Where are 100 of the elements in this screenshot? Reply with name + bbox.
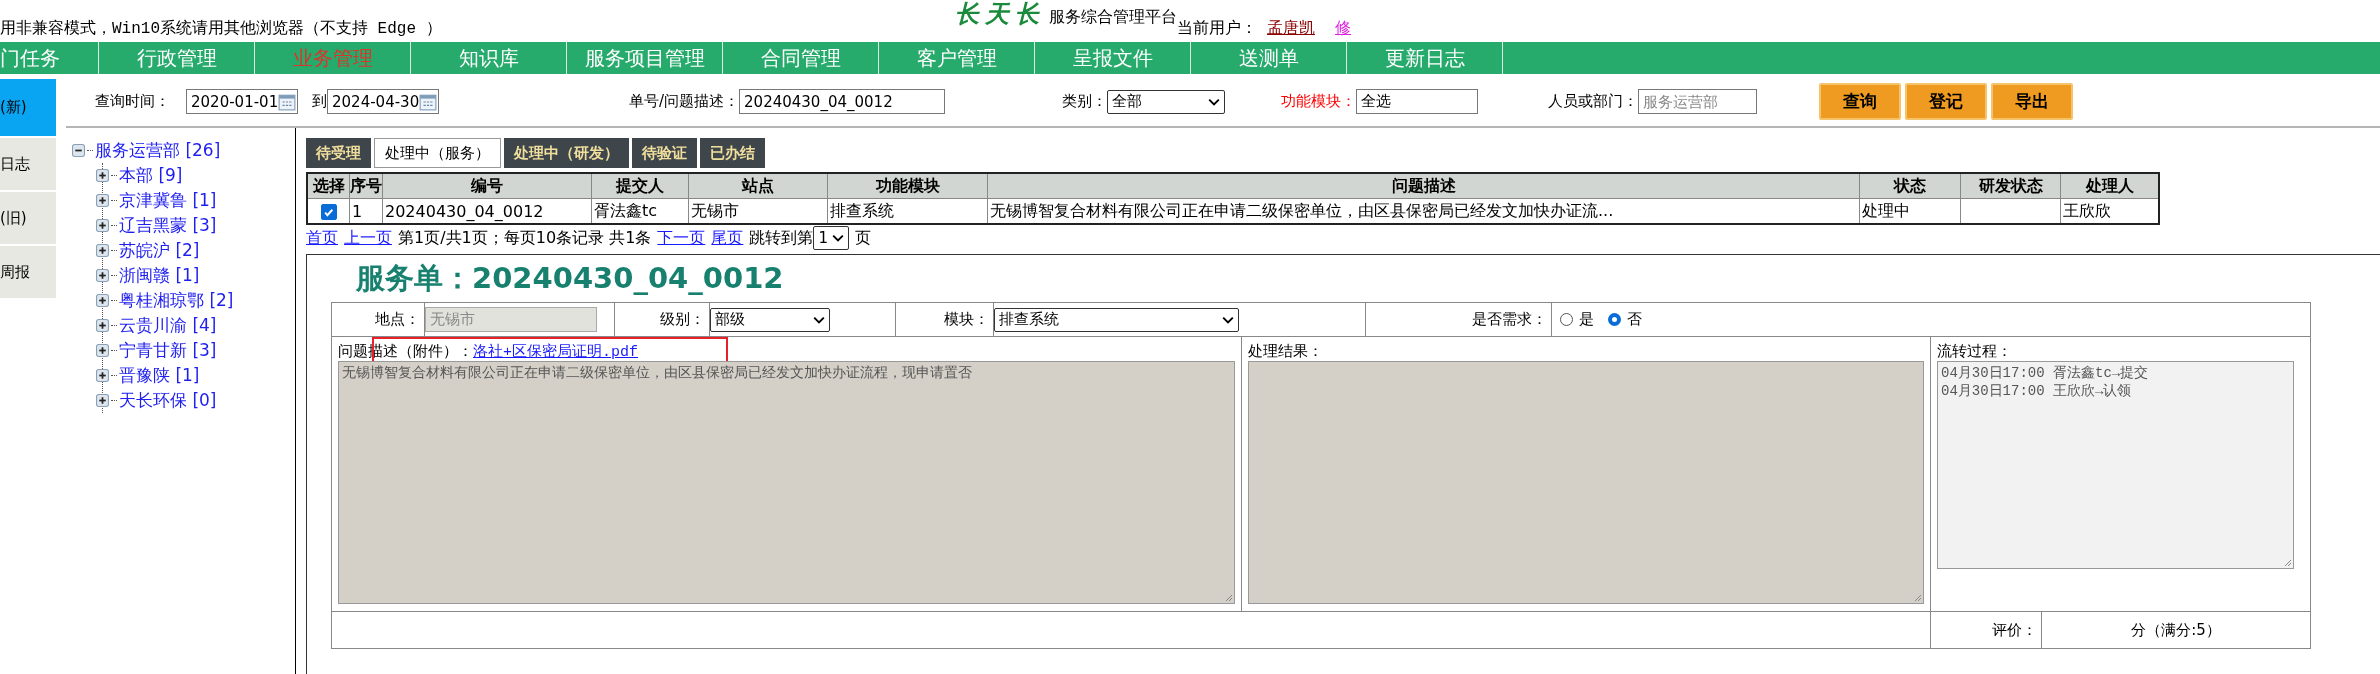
- first-page-link[interactable]: 首页: [306, 227, 338, 249]
- date-from-field[interactable]: 2020-01-01: [186, 89, 298, 114]
- tree-item[interactable]: 京津冀鲁 [1]: [119, 189, 217, 212]
- radio-option[interactable]: 是: [1560, 310, 1594, 329]
- expand-icon[interactable]: [96, 269, 109, 282]
- flow-entry: 04月30日17:00 王欣欣→认领: [1941, 382, 2133, 400]
- edit-link[interactable]: 修: [1335, 17, 1351, 39]
- tree-item[interactable]: 苏皖沪 [2]: [119, 239, 200, 262]
- tree-item[interactable]: 服务运营部 [26]: [95, 139, 221, 162]
- person-field[interactable]: 服务运营部: [1638, 89, 1758, 114]
- flow-label: 流转过程：: [1937, 341, 2012, 361]
- sidebar-item[interactable]: (旧): [0, 192, 56, 244]
- result-label: 处理结果：: [1248, 341, 1323, 361]
- site-field: 无锡市: [425, 307, 597, 332]
- level-select[interactable]: 部级: [710, 307, 830, 332]
- resize-grip-icon[interactable]: [2282, 557, 2292, 567]
- column-header: 编号: [382, 173, 592, 199]
- row-checkbox[interactable]: [320, 204, 337, 220]
- last-page-link[interactable]: 尾页: [711, 227, 744, 249]
- problem-text-area[interactable]: 无锡博智复合材料有限公司正在申请二级保密单位，由区县保密局已经发文加快办证流程，现申请置否: [338, 361, 1235, 604]
- column-header: 序号: [349, 173, 383, 199]
- tree-item[interactable]: 浙闽赣 [1]: [119, 264, 200, 287]
- tree-item[interactable]: 云贵川渝 [4]: [119, 314, 217, 337]
- module-label: 模块：: [944, 310, 989, 329]
- column-header: 问题描述: [987, 173, 1860, 199]
- action-button[interactable]: 导出: [1991, 83, 2074, 120]
- category-select[interactable]: 全部: [1107, 89, 1226, 114]
- module-select[interactable]: 排查系统: [994, 307, 1239, 332]
- collapse-icon[interactable]: [72, 144, 85, 157]
- expand-icon[interactable]: [96, 319, 109, 332]
- site-label: 地点：: [375, 310, 420, 329]
- status-tab[interactable]: 待受理: [306, 138, 371, 168]
- caret-icon: [832, 234, 845, 242]
- jump-label: 跳转到第: [749, 227, 814, 249]
- resize-grip-icon[interactable]: [1223, 592, 1233, 602]
- calendar-icon[interactable]: [419, 92, 438, 111]
- tree-item[interactable]: 本部 [9]: [119, 164, 183, 187]
- resize-grip-icon[interactable]: [1912, 592, 1922, 602]
- table-cell: 排查系统: [827, 198, 988, 224]
- column-header: 选择: [307, 173, 350, 199]
- expand-icon[interactable]: [96, 369, 109, 382]
- app-title: 服务综合管理平台: [1049, 7, 1177, 28]
- status-tab[interactable]: 处理中（服务）: [374, 138, 501, 168]
- module-field[interactable]: 全选: [1356, 89, 1479, 114]
- browser-notice: 用非兼容模式，Win10系统请用其他浏览器（不支持 Edge ）: [0, 18, 443, 39]
- to-label: 到: [312, 92, 327, 111]
- status-tab[interactable]: 已办结: [700, 138, 765, 168]
- column-header: 研发状态: [1960, 173, 2061, 199]
- prev-page-link[interactable]: 上一页: [344, 227, 392, 249]
- module-label: 功能模块：: [1281, 92, 1357, 111]
- tree-item[interactable]: 天长环保 [0]: [119, 389, 217, 412]
- tree-item[interactable]: 辽吉黑蒙 [3]: [119, 214, 217, 237]
- tree-item[interactable]: 晋豫陕 [1]: [119, 364, 200, 387]
- caret-icon: [813, 315, 825, 324]
- action-button[interactable]: 查询: [1819, 83, 1902, 120]
- rating-value: 分（满分:5）: [2131, 620, 2221, 640]
- expand-icon[interactable]: [96, 344, 109, 357]
- column-header: 功能模块: [827, 173, 988, 199]
- table-cell: 胥法鑫tc: [591, 198, 689, 224]
- column-header: 处理人: [2060, 173, 2159, 199]
- sidebar-item[interactable]: 日志: [0, 138, 56, 190]
- logo-brand: 长天长: [955, 0, 1045, 30]
- number-label: 单号/问题描述：: [629, 92, 740, 111]
- person-label: 人员或部门：: [1548, 92, 1639, 111]
- checkmark-icon: [323, 206, 334, 218]
- expand-icon[interactable]: [96, 244, 109, 257]
- caret-icon: [1222, 315, 1234, 324]
- expand-icon[interactable]: [96, 194, 109, 207]
- expand-icon[interactable]: [96, 169, 109, 182]
- tree-item[interactable]: 宁青甘新 [3]: [119, 339, 217, 362]
- demand-label: 是否需求：: [1472, 310, 1547, 329]
- column-header: 提交人: [591, 173, 689, 199]
- user-label: 当前用户：: [1177, 17, 1257, 39]
- category-label: 类别：: [1062, 92, 1108, 111]
- status-tab[interactable]: 待验证: [632, 138, 697, 168]
- column-header: 站点: [688, 173, 828, 199]
- flow-text-area[interactable]: 04月30日17:00 胥法鑫tc→提交 04月30日17:00 王欣欣→认领: [1937, 361, 2294, 569]
- sidebar-item[interactable]: (新): [0, 79, 56, 136]
- expand-icon[interactable]: [96, 294, 109, 307]
- ticket-title: 服务单：20240430_04_0012: [355, 260, 785, 297]
- calendar-icon[interactable]: [278, 92, 297, 111]
- table-cell: 处理中: [1859, 198, 1961, 224]
- flow-entry: 04月30日17:00 胥法鑫tc→提交: [1941, 364, 2150, 382]
- date-label: 查询时间：: [95, 92, 170, 111]
- action-button[interactable]: 登记: [1905, 83, 1988, 120]
- number-field[interactable]: 20240430_04_0012: [739, 89, 946, 114]
- caret-icon: [1208, 97, 1221, 106]
- date-to-field[interactable]: 2024-04-30: [327, 89, 439, 114]
- attachment-link[interactable]: 洛社+区保密局证明.pdf: [473, 341, 638, 361]
- expand-icon[interactable]: [96, 219, 109, 232]
- page-info: 第1页/共1页；每页10条记录 共1条: [398, 227, 652, 249]
- status-tab[interactable]: 处理中（研发）: [504, 138, 629, 168]
- sidebar-item[interactable]: 周报: [0, 246, 56, 298]
- page-select[interactable]: 1: [813, 226, 850, 250]
- next-page-link[interactable]: 下一页: [657, 227, 706, 249]
- radio-option[interactable]: 否: [1608, 310, 1642, 329]
- rating-label: 评价：: [1992, 620, 2037, 640]
- user-link[interactable]: 孟唐凯: [1267, 17, 1315, 39]
- tree-item[interactable]: 粤桂湘琼鄂 [2]: [119, 289, 234, 312]
- expand-icon[interactable]: [96, 394, 109, 407]
